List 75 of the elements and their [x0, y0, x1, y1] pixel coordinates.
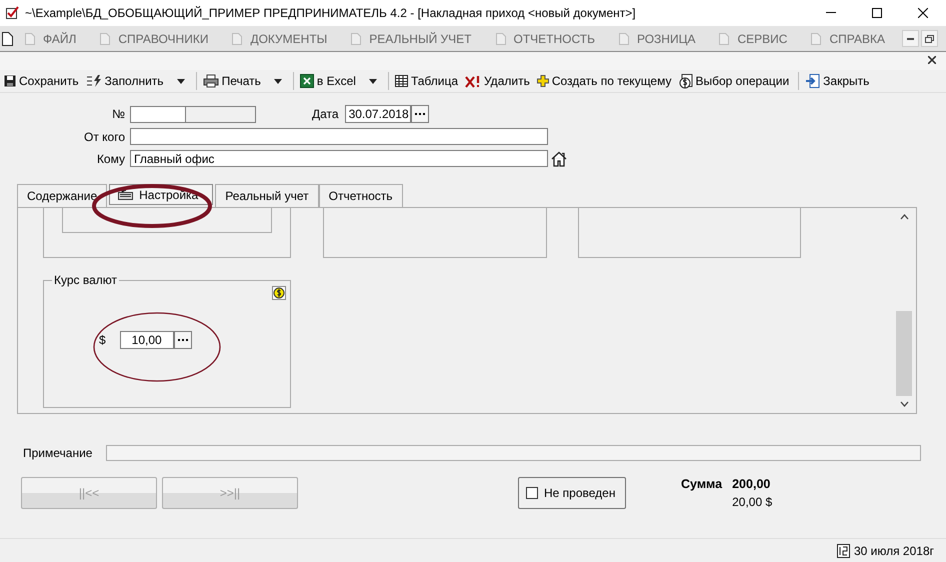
toolbar-button[interactable]: Удалить — [463, 74, 535, 88]
minimize-icon — [907, 38, 914, 40]
menu-item[interactable]: СПРАВОЧНИКИ — [84, 32, 216, 46]
keyboard-icon — [118, 189, 134, 200]
menu-item[interactable]: РОЗНИЦА — [602, 32, 704, 46]
printer-icon — [202, 74, 219, 88]
plus-icon — [536, 75, 549, 87]
currency-symbol: $ — [99, 333, 106, 347]
table-icon — [394, 75, 408, 87]
caret-icon[interactable] — [274, 78, 282, 84]
dollar-document-icon — [678, 74, 692, 88]
tab[interactable]: Реальный учет — [215, 184, 319, 207]
exit-icon — [805, 74, 820, 88]
currency-sum: 20,00 $ — [732, 495, 772, 509]
field-label: Примечание — [23, 446, 92, 460]
floppy-icon — [4, 75, 16, 87]
field-label: № — [111, 107, 126, 121]
tab[interactable]: Отчетность — [318, 184, 403, 207]
number-field[interactable] — [130, 106, 186, 122]
input-field[interactable]: Главный офис — [130, 150, 548, 167]
maximize-icon — [872, 8, 882, 18]
date-field[interactable]: 30.07.2018 — [344, 105, 411, 123]
sum-label: Сумма — [681, 477, 722, 491]
close-icon — [918, 8, 928, 18]
toolbar-button[interactable]: Сохранить — [2, 74, 84, 88]
more-button[interactable] — [410, 105, 429, 123]
menu-item[interactable]: ОТЧЕТНОСТЬ — [480, 32, 603, 46]
house-icon[interactable] — [551, 150, 567, 166]
spreadsheet-icon — [300, 74, 314, 88]
document-icon — [494, 32, 508, 46]
menu-item[interactable]: РЕАЛЬНЫЙ УЧЕТ — [335, 32, 480, 46]
status-date: 30 июля 2018г — [854, 544, 934, 558]
lightning-icon — [86, 75, 102, 87]
field-label: От кого — [82, 130, 126, 144]
caret-icon[interactable] — [176, 78, 185, 84]
number-suffix-field[interactable] — [186, 106, 256, 122]
field-label: Кому — [96, 152, 126, 166]
field-label: Дата — [312, 107, 339, 121]
toolbar-button[interactable]: Выбор операции — [676, 74, 794, 88]
checkbox-icon — [6, 6, 19, 19]
document-icon — [616, 32, 631, 46]
toolbar-button[interactable]: Печать — [200, 74, 289, 88]
posted-checkbox[interactable]: Не проведен — [518, 477, 626, 509]
toolbar-button[interactable]: Таблица — [392, 74, 463, 88]
sum-value: 200,00 — [732, 477, 772, 491]
minimize-button[interactable] — [902, 30, 919, 47]
menu-item[interactable]: СЕРВИС — [703, 32, 796, 46]
caret-icon[interactable] — [368, 78, 377, 84]
toolbar-button[interactable]: Заполнить — [84, 74, 192, 88]
calendar-icon — [836, 544, 850, 558]
document-icon — [230, 32, 244, 46]
toolbar-button[interactable]: Закрыть — [803, 74, 874, 88]
tab[interactable]: Содержание — [17, 184, 108, 207]
document-icon — [717, 32, 732, 46]
delete-icon — [465, 74, 481, 88]
document-icon — [349, 32, 364, 46]
window-title: ~\Example\БД_ОБОБЩАЮЩИЙ_ПРИМЕР ПРЕДПРИНИМАТЕЛЬ 4.2 - [Накладная приход <новый документ>] — [25, 6, 637, 20]
minimize-icon — [826, 12, 836, 13]
toolbar-button[interactable]: в Excel — [298, 74, 384, 88]
menu-item[interactable]: ДОКУМЕНТЫ — [216, 32, 336, 46]
rate-field[interactable]: 10,00 — [120, 331, 174, 349]
document-icon — [809, 32, 824, 46]
close-icon — [928, 56, 936, 64]
group-title: Курс валют — [52, 273, 120, 287]
document-icon — [98, 32, 112, 46]
input-field[interactable] — [130, 128, 548, 145]
toolbar-button[interactable]: Создать по текущему — [534, 74, 676, 88]
menu-item[interactable]: ФАЙЛ — [13, 32, 84, 46]
menu-item[interactable]: СПРАВКА — [795, 32, 893, 46]
restore-button[interactable] — [921, 30, 938, 47]
coin-icon[interactable] — [272, 286, 286, 300]
note-field[interactable] — [106, 445, 922, 461]
more-button[interactable] — [174, 331, 192, 349]
restore-icon — [925, 34, 934, 42]
document-icon — [23, 32, 37, 46]
